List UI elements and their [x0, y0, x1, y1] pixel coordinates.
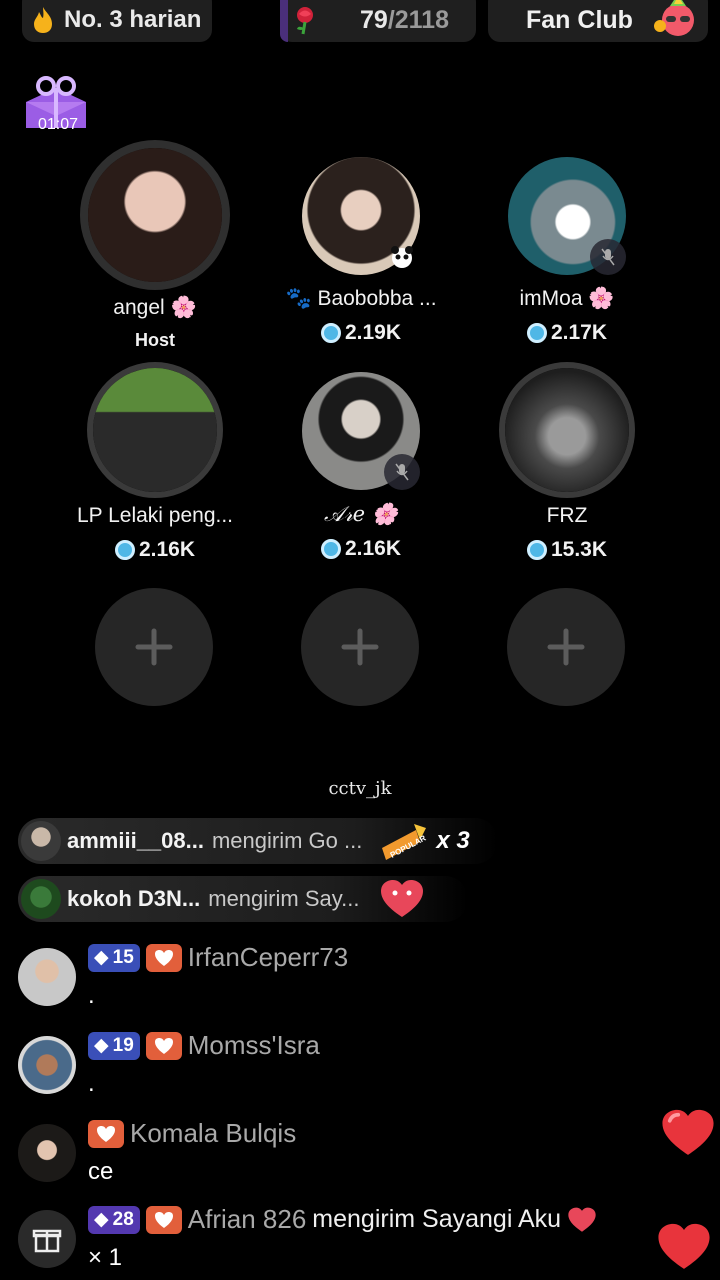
heart-icon — [154, 1211, 173, 1228]
coin-icon — [526, 540, 547, 560]
mic-muted-icon — [384, 454, 420, 490]
seat-4[interactable]: LP Lelaki peng... 2.16K — [55, 362, 255, 562]
gift-sender-name: kokoh D3N... — [67, 886, 201, 911]
level-badge: ◆ 15 — [88, 943, 140, 972]
chat-username[interactable]: Afrian 826 — [188, 1204, 307, 1235]
chat-text: . — [88, 982, 95, 1009]
avatar — [88, 148, 222, 282]
chat-username[interactable]: IrfanCeperr73 — [188, 942, 348, 973]
seat-name: angel 🌸 — [113, 296, 197, 319]
plus-icon — [547, 628, 585, 666]
rose-goal-count: 79/2118 — [360, 5, 449, 34]
fan-heart-badge — [145, 1205, 182, 1234]
chat-text: ce — [88, 1158, 114, 1185]
empty-seat-9[interactable] — [507, 588, 625, 706]
panda-icon — [384, 239, 420, 275]
heart-icon — [97, 1125, 115, 1142]
mic-muted-icon — [590, 239, 626, 275]
level-badge: ◆ 28 — [88, 1205, 140, 1234]
avatar — [505, 368, 629, 492]
seat-score: 2.16K — [55, 538, 255, 562]
rose-goal-pill[interactable]: 79/2118 — [280, 0, 476, 42]
chat-gift-count: × 1 — [88, 1244, 123, 1271]
gift-banner[interactable]: kokoh D3N... mengirim Say... — [18, 876, 468, 922]
chat-gift-action: mengirim Sayangi Aku — [312, 1205, 562, 1233]
seat-name: LP Lelaki peng... — [76, 504, 234, 527]
coin-icon — [526, 323, 547, 343]
diamond-icon: ◆ — [94, 1209, 109, 1230]
flower-icon: 🌸 — [588, 287, 615, 310]
gift-timer-text: 01:07 — [38, 116, 79, 133]
chat-text: . — [88, 1070, 95, 1097]
chat-username[interactable]: Momss'Isra — [188, 1030, 320, 1061]
paw-icon: 🐾 — [285, 287, 312, 310]
fan-club-label: Fan Club — [526, 5, 633, 34]
fan-heart-badge — [88, 1119, 124, 1148]
fan-club-button[interactable]: Fan Club — [488, 0, 708, 42]
fan-club-mascot-icon — [654, 0, 694, 36]
avatar — [21, 879, 61, 919]
gift-message: mengirim Say... — [208, 886, 360, 911]
heart-icon — [154, 949, 173, 966]
gift-box-timer[interactable]: 01:07 — [20, 72, 92, 136]
avatar[interactable] — [18, 1036, 76, 1094]
chat-username[interactable]: Komala Bulqis — [130, 1118, 296, 1149]
flower-icon: 🌸 — [170, 296, 197, 319]
flame-icon — [34, 7, 52, 33]
avatar — [21, 821, 61, 861]
plus-icon — [135, 628, 173, 666]
gift-banner[interactable]: ammiii__08... mengirim Go ... POPULAR x … — [18, 818, 498, 864]
floating-heart-icon — [658, 1223, 710, 1269]
plus-icon — [341, 628, 379, 666]
seat-3[interactable]: imMoa 🌸 2.17K — [467, 157, 667, 345]
coin-icon — [320, 539, 341, 559]
fan-heart-badge — [145, 943, 182, 972]
empty-seat-7[interactable] — [95, 588, 213, 706]
seat-score: 2.16K — [261, 537, 461, 561]
empty-seat-8[interactable] — [301, 588, 419, 706]
diamond-icon: ◆ — [94, 1035, 109, 1056]
diamond-icon: ◆ — [94, 947, 109, 968]
heart-icon — [154, 1037, 173, 1054]
seat-host[interactable]: angel 🌸 Host — [55, 140, 255, 351]
avatar[interactable] — [18, 948, 76, 1006]
gift-avatar — [18, 1210, 76, 1268]
seat-name: 𝒜𝓇𝑒 🌸 — [324, 502, 398, 526]
coin-icon — [114, 540, 135, 560]
seat-2[interactable]: 🐾 Baobobba ... 2.19K — [261, 157, 461, 345]
level-badge: ◆ 19 — [88, 1031, 140, 1060]
seat-name: imMoa 🌸 — [519, 287, 615, 310]
watermark-text: cctv_jk — [328, 778, 392, 799]
fan-heart-badge — [145, 1031, 182, 1060]
seat-score: 15.3K — [467, 538, 667, 562]
seat-5[interactable]: 𝒜𝓇𝑒 🌸 2.16K — [261, 372, 461, 561]
host-avatar-ring[interactable] — [80, 140, 230, 290]
gift-icon — [32, 1229, 62, 1253]
avatar[interactable] — [18, 1124, 76, 1182]
floating-heart-icon — [662, 1109, 714, 1155]
coin-icon — [320, 323, 341, 343]
rose-icon — [297, 7, 313, 35]
popular-gift-icon: POPULAR — [382, 824, 428, 860]
seat-score: 2.17K — [467, 321, 667, 345]
rose-goal-accent — [280, 0, 288, 42]
seat-score: 2.19K — [261, 321, 461, 345]
daily-rank-label: No. 3 harian — [64, 6, 202, 33]
gift-message: mengirim Go ... — [211, 828, 363, 853]
avatar — [93, 368, 217, 492]
gift-sender-name: ammiii__08... — [67, 828, 204, 853]
seat-name: FRZ — [546, 504, 588, 527]
flower-icon: 🌸 — [371, 502, 398, 526]
heart-gift-icon — [568, 1207, 596, 1232]
seat-name: 🐾 Baobobba ... — [285, 287, 437, 310]
daily-rank-pill[interactable]: No. 3 harian — [22, 0, 212, 42]
seat-6[interactable]: FRZ 15.3K — [467, 362, 667, 562]
heart-gift-icon — [381, 880, 424, 917]
host-label: Host — [135, 330, 175, 350]
gift-multiplier: x 3 — [436, 827, 470, 854]
